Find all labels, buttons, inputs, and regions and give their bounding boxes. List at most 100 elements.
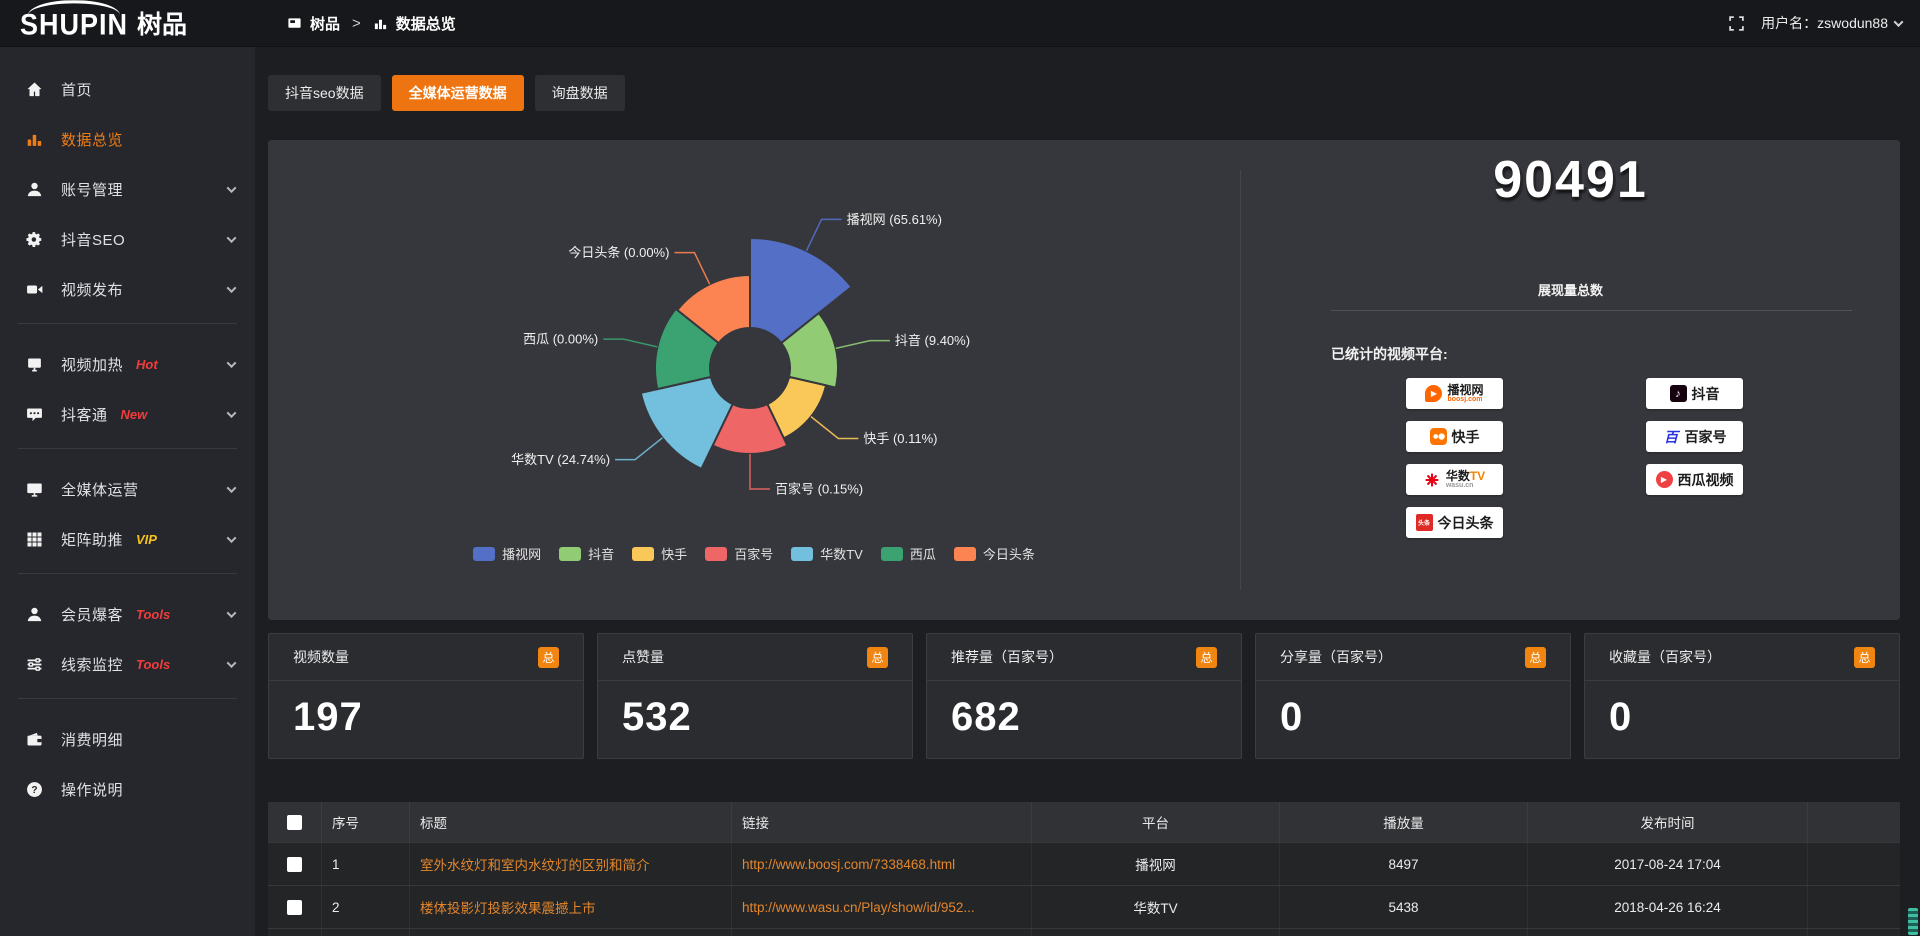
sidebar-item-omni-media[interactable]: 全媒体运营 xyxy=(0,467,255,511)
platform-column-0: ▶播视网boosj.com 快手华数TVwasu.cn 头条今日头条 xyxy=(1406,378,1503,550)
platform-sub: boosj.com xyxy=(1447,396,1482,403)
legend-item-快手[interactable]: 快手 xyxy=(632,544,687,563)
legend-item-今日头条[interactable]: 今日头条 xyxy=(954,544,1035,563)
sidebar-item-label: 抖客通 xyxy=(61,404,108,425)
sidebar-item-label: 消费明细 xyxy=(61,729,123,750)
row-num: 2 xyxy=(322,886,410,928)
table-header-cell xyxy=(1808,802,1900,842)
row-filler xyxy=(1808,929,1900,936)
table-header-row: 序号标题链接平台播放量发布时间 xyxy=(268,802,1900,842)
sidebar-item-clue-monitor[interactable]: 线索监控 Tools xyxy=(0,642,255,686)
row-platform: 华数TV xyxy=(1032,886,1280,928)
total-badge[interactable]: 总 xyxy=(538,647,559,668)
row-title[interactable]: 楼体投影灯投影效果震撼上市 xyxy=(410,886,732,928)
platform-badge-boosj[interactable]: ▶播视网boosj.com xyxy=(1406,378,1503,409)
row-checkbox[interactable] xyxy=(287,900,302,915)
chart-panel: 播视网 (65.61%)抖音 (9.40%)快手 (0.11%)百家号 (0.1… xyxy=(268,140,1900,620)
table-row: 1室外水纹灯和室内水纹灯的区别和简介http://www.boosj.com/7… xyxy=(268,842,1900,885)
data-table: 序号标题链接平台播放量发布时间1室外水纹灯和室内水纹灯的区别和简介http://… xyxy=(268,802,1900,936)
platform-badge-toutiao[interactable]: 头条今日头条 xyxy=(1406,507,1503,538)
user-icon xyxy=(26,181,46,198)
table-header-cell: 发布时间 xyxy=(1528,802,1808,842)
row-num: 1 xyxy=(322,843,410,885)
pie-label: 西瓜 (0.00%) xyxy=(523,332,598,347)
user-menu[interactable]: 用户名：zswodun88 xyxy=(1761,13,1902,33)
legend-swatch xyxy=(705,547,727,561)
table-header-cell: 播放量 xyxy=(1280,802,1528,842)
fullscreen-icon[interactable] xyxy=(1728,15,1745,32)
question-icon: ? xyxy=(26,781,46,798)
platform-badge-wasu[interactable]: 华数TVwasu.cn xyxy=(1406,464,1503,495)
row-link[interactable]: http://www.boosj.com/7338468.html xyxy=(732,843,1032,885)
row-link[interactable]: http://www.wasu.cn/Play/show/id/952... xyxy=(732,886,1032,928)
legend-item-抖音[interactable]: 抖音 xyxy=(559,544,614,563)
row-plays: 8497 xyxy=(1280,843,1528,885)
tab-douyin-seo-data[interactable]: 抖音seo数据 xyxy=(268,75,381,111)
sidebar-item-label: 全媒体运营 xyxy=(61,479,139,500)
sidebar-item-label: 视频发布 xyxy=(61,279,123,300)
sidebar-divider xyxy=(18,573,237,574)
platform-name: 西瓜视频 xyxy=(1678,470,1734,490)
sidebar-item-consumption-detail[interactable]: 消费明细 xyxy=(0,717,255,761)
platform-name: 抖音 xyxy=(1692,384,1720,404)
sidebar-item-data-overview[interactable]: 数据总览 xyxy=(0,117,255,161)
legend-item-西瓜[interactable]: 西瓜 xyxy=(881,544,936,563)
row-checkbox[interactable] xyxy=(287,857,302,872)
pie-slice-华数TV[interactable] xyxy=(641,377,733,469)
sidebar-item-video-publish[interactable]: 视频发布 xyxy=(0,267,255,311)
total-impressions-label: 展现量总数 xyxy=(1241,280,1900,299)
legend-swatch xyxy=(791,547,813,561)
pie-label: 抖音 (9.40%) xyxy=(895,333,970,348)
sliders-icon xyxy=(26,656,46,673)
total-badge[interactable]: 总 xyxy=(1196,647,1217,668)
sidebar-item-account-manage[interactable]: 账号管理 xyxy=(0,167,255,211)
chevron-down-icon xyxy=(227,358,237,368)
platform-badge-kuaishou[interactable]: 快手 xyxy=(1406,421,1503,452)
total-badge[interactable]: 总 xyxy=(867,647,888,668)
total-badge[interactable]: 总 xyxy=(1854,647,1875,668)
total-impressions-value: 90491 xyxy=(1241,150,1900,210)
stat-card-title: 分享量（百家号） xyxy=(1280,647,1392,667)
sidebar-item-douketong[interactable]: 抖客通New xyxy=(0,392,255,436)
sidebar-item-member-baoke[interactable]: 会员爆客Tools xyxy=(0,592,255,636)
total-badge[interactable]: 总 xyxy=(1525,647,1546,668)
sidebar-item-badge: Tools xyxy=(136,657,170,672)
sidebar-item-label: 线索监控 xyxy=(61,654,123,675)
stat-card-value: 682 xyxy=(927,681,1241,740)
legend-item-百家号[interactable]: 百家号 xyxy=(705,544,773,563)
row-filler xyxy=(1808,843,1900,885)
breadcrumb-current: 数据总览 xyxy=(396,13,456,34)
sidebar-item-matrix-boost[interactable]: 矩阵助推VIP xyxy=(0,517,255,561)
legend-item-华数TV[interactable]: 华数TV xyxy=(791,544,863,563)
sidebar-item-label: 操作说明 xyxy=(61,779,123,800)
platform-badge-baijiahao[interactable]: 百百家号 xyxy=(1646,421,1743,452)
table-header-checkbox-cell xyxy=(268,802,322,842)
chevron-down-icon xyxy=(227,408,237,418)
breadcrumb: 树品 > 数据总览 xyxy=(287,13,456,34)
logo[interactable]: SHUPIN 树品 xyxy=(0,5,255,41)
sidebar-item-home[interactable]: 首页 xyxy=(0,67,255,111)
platform-badge-douyin[interactable]: ♪抖音 xyxy=(1646,378,1743,409)
sidebar-item-instructions[interactable]: ? 操作说明 xyxy=(0,767,255,811)
sidebar-item-video-heat[interactable]: 视频加热Hot xyxy=(0,342,255,386)
pie-chart[interactable]: 播视网 (65.61%)抖音 (9.40%)快手 (0.11%)百家号 (0.1… xyxy=(268,140,1240,620)
breadcrumb-root[interactable]: 树品 xyxy=(310,13,340,34)
scrollbar-thumb[interactable] xyxy=(1908,908,1918,935)
sidebar-item-label: 账号管理 xyxy=(61,179,123,200)
chevron-down-icon xyxy=(227,183,237,193)
stat-card-title: 收藏量（百家号） xyxy=(1609,647,1721,667)
stat-card-title: 推荐量（百家号） xyxy=(951,647,1063,667)
row-title[interactable]: 室外水纹灯和室内水纹灯的区别和简介 xyxy=(410,843,732,885)
sidebar-item-badge: VIP xyxy=(136,532,157,547)
platform-badge-xigua[interactable]: ▶西瓜视频 xyxy=(1646,464,1743,495)
tab-omni-media-data[interactable]: 全媒体运营数据 xyxy=(392,75,524,111)
legend-item-播视网[interactable]: 播视网 xyxy=(473,544,541,563)
sidebar-item-douyin-seo[interactable]: 抖音SEO xyxy=(0,217,255,261)
row-time: 2017-08-24 17:04 xyxy=(1528,843,1808,885)
platform-name: 播视网 xyxy=(1447,384,1483,397)
tab-inquiry-data[interactable]: 询盘数据 xyxy=(535,75,625,111)
select-all-checkbox[interactable] xyxy=(287,815,302,830)
pie-label-line xyxy=(615,438,662,460)
chevron-down-icon xyxy=(227,533,237,543)
chevron-down-icon xyxy=(227,658,237,668)
